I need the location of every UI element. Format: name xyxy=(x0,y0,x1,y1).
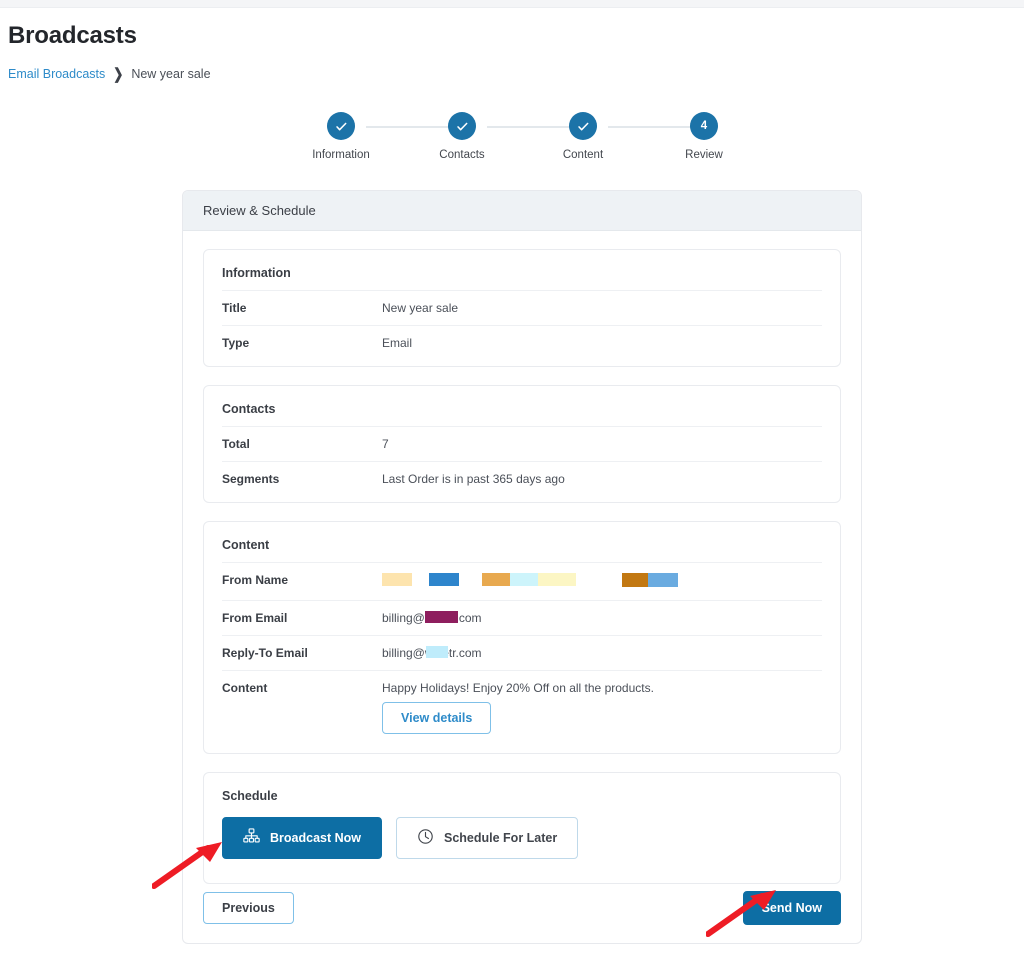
broadcast-now-label: Broadcast Now xyxy=(270,831,361,845)
row-label: From Email xyxy=(222,611,288,625)
step-circle-complete xyxy=(569,112,597,140)
information-panel: Information Title New year sale Type Ema… xyxy=(203,249,841,367)
broadcast-now-button[interactable]: Broadcast Now xyxy=(222,817,382,859)
information-row-type: Type Email xyxy=(222,325,822,360)
previous-button[interactable]: Previous xyxy=(203,892,294,924)
schedule-panel-title: Schedule xyxy=(222,789,278,803)
step-circle-current: 4 xyxy=(690,112,718,140)
redaction-block xyxy=(426,646,448,658)
step-label: Content xyxy=(562,149,604,161)
send-now-button[interactable]: Send Now xyxy=(742,891,841,925)
row-value-from-email: billing@wisetr.com xyxy=(382,610,482,626)
information-panel-title: Information xyxy=(222,266,291,280)
check-icon xyxy=(456,122,467,130)
redaction-block-5 xyxy=(622,572,648,587)
breadcrumb: Email Broadcasts ❯ New year sale xyxy=(8,65,211,83)
redaction-block-6 xyxy=(648,572,678,587)
row-label: Reply-To Email xyxy=(222,646,308,660)
top-strip xyxy=(0,0,1024,8)
content-panel-title: Content xyxy=(222,538,270,552)
row-label: From Name xyxy=(222,573,289,587)
check-icon xyxy=(577,122,588,130)
content-panel: Content From Name From Email billing@wis… xyxy=(203,521,841,754)
content-row-reply-to-email: Reply-To Email billing@wisetr.com xyxy=(222,635,822,670)
content-row-content: Content Happy Holidays! Enjoy 20% Off on… xyxy=(222,670,822,747)
stepper-step-contacts[interactable]: Contacts xyxy=(407,112,517,161)
step-circle-complete xyxy=(448,112,476,140)
card-header-title: Review & Schedule xyxy=(203,203,316,218)
redaction-blocks xyxy=(382,572,682,587)
sitemap-icon xyxy=(243,828,260,848)
chevron-right-icon: ❯ xyxy=(113,65,124,83)
step-label: Review xyxy=(685,149,723,161)
redaction-block xyxy=(425,611,458,623)
row-value-reply-to-email: billing@wisetr.com xyxy=(382,645,482,661)
row-value: Last Order is in past 365 days ago xyxy=(382,472,565,486)
row-label: Title xyxy=(222,301,247,315)
breadcrumb-link-email-broadcasts[interactable]: Email Broadcasts xyxy=(8,67,105,81)
stepper-step-information[interactable]: Information xyxy=(286,112,396,161)
page-title: Broadcasts xyxy=(8,22,137,49)
review-schedule-card: Review & Schedule Information Title New … xyxy=(182,190,862,944)
redaction-block-2 xyxy=(482,573,510,586)
contacts-panel-title: Contacts xyxy=(222,402,276,416)
stepper-step-review[interactable]: 4 Review xyxy=(649,112,759,161)
card-footer: Previous Send Now xyxy=(203,891,841,925)
redaction-block-3 xyxy=(510,573,538,586)
step-label: Contacts xyxy=(439,149,485,161)
row-label: Type xyxy=(222,336,250,350)
content-row-from-email: From Email billing@wisetr.com xyxy=(222,600,822,635)
row-value: Email xyxy=(382,336,413,350)
contacts-row-total: Total 7 xyxy=(222,426,822,461)
card-header: Review & Schedule xyxy=(183,191,861,231)
row-value: 7 xyxy=(382,437,389,451)
step-circle-complete xyxy=(327,112,355,140)
content-body-text: Happy Holidays! Enjoy 20% Off on all the… xyxy=(382,681,654,695)
view-details-button[interactable]: View details xyxy=(382,702,492,734)
stepper-step-content[interactable]: Content xyxy=(528,112,638,161)
row-label: Total xyxy=(222,437,250,451)
row-label: Segments xyxy=(222,472,280,486)
schedule-panel: Schedule Broadcast Now Schedule For Late… xyxy=(203,772,841,884)
schedule-for-later-button[interactable]: Schedule For Later xyxy=(396,817,579,859)
card-body: Information Title New year sale Type Ema… xyxy=(183,231,861,884)
schedule-mode-group: Broadcast Now Schedule For Later xyxy=(222,813,822,869)
row-value-from-name-redacted xyxy=(382,572,682,591)
redaction-block-4 xyxy=(538,573,576,586)
schedule-for-later-label: Schedule For Later xyxy=(444,831,558,845)
row-value-content: Happy Holidays! Enjoy 20% Off on all the… xyxy=(382,680,654,738)
progress-stepper: Information Contacts Content 4 Review xyxy=(300,112,740,168)
clock-icon xyxy=(417,828,434,848)
row-value: New year sale xyxy=(382,301,459,315)
check-icon xyxy=(335,122,346,130)
step-label: Information xyxy=(312,149,370,161)
information-row-title: Title New year sale xyxy=(222,290,822,325)
content-row-from-name: From Name xyxy=(222,562,822,600)
breadcrumb-current: New year sale xyxy=(131,67,211,81)
contacts-panel: Contacts Total 7 Segments Last Order is … xyxy=(203,385,841,503)
contacts-row-segments: Segments Last Order is in past 365 days … xyxy=(222,461,822,496)
redaction-block-1 xyxy=(429,573,459,586)
row-label: Content xyxy=(222,681,268,695)
redaction-block-0 xyxy=(382,573,412,586)
